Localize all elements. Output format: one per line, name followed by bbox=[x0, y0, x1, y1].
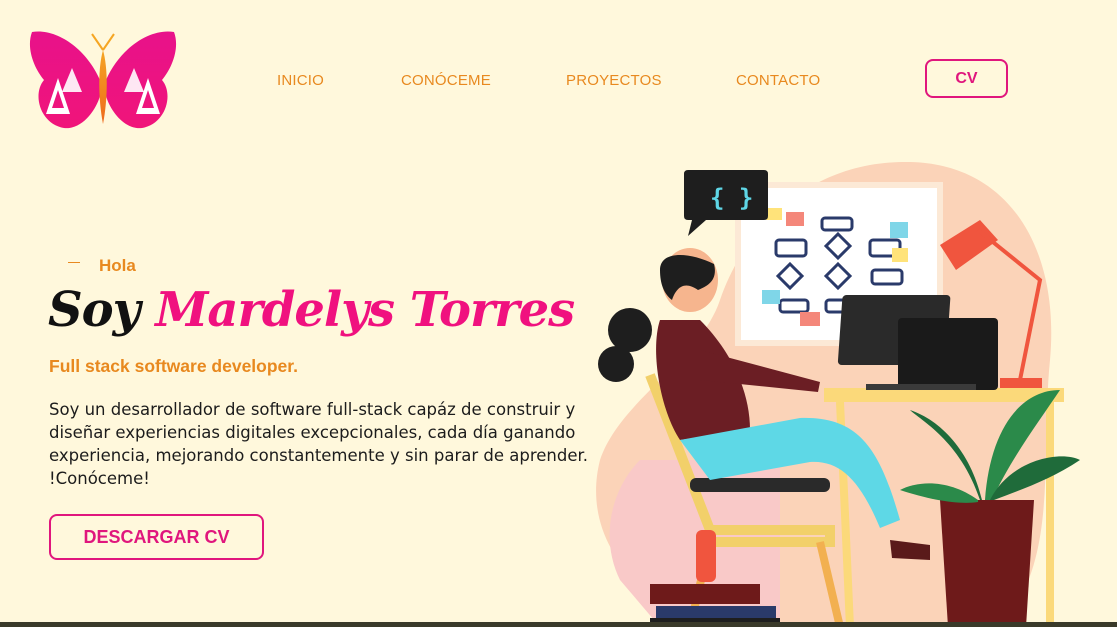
nav-item-conoceme[interactable]: CONÓCEME bbox=[401, 72, 491, 89]
hero-description: Soy un desarrollador de software full-st… bbox=[49, 400, 589, 488]
greeting-row: Hola bbox=[68, 256, 136, 276]
hero-title: Soy Mardelys Torres bbox=[48, 282, 575, 338]
hero-subtitle: Full stack software developer. bbox=[49, 356, 298, 376]
developer-illustration: { } bbox=[596, 161, 1080, 627]
title-name: Mardelys Torres bbox=[155, 282, 575, 338]
greeting-dash bbox=[68, 261, 80, 263]
main-nav: INICIO CONÓCEME PROYECTOS CONTACTO CV bbox=[0, 0, 1117, 160]
bottom-scrollbar bbox=[0, 622, 1117, 627]
download-cv-button[interactable]: DESCARGAR CV bbox=[49, 514, 264, 560]
nav-item-proyectos[interactable]: PROYECTOS bbox=[566, 72, 662, 89]
nav-item-inicio[interactable]: INICIO bbox=[277, 72, 324, 89]
cv-button[interactable]: CV bbox=[925, 59, 1008, 98]
code-braces-icon: { } bbox=[710, 184, 753, 212]
title-prefix: Soy bbox=[48, 282, 141, 338]
greeting-text: Hola bbox=[99, 256, 136, 275]
nav-item-contacto[interactable]: CONTACTO bbox=[736, 72, 820, 89]
